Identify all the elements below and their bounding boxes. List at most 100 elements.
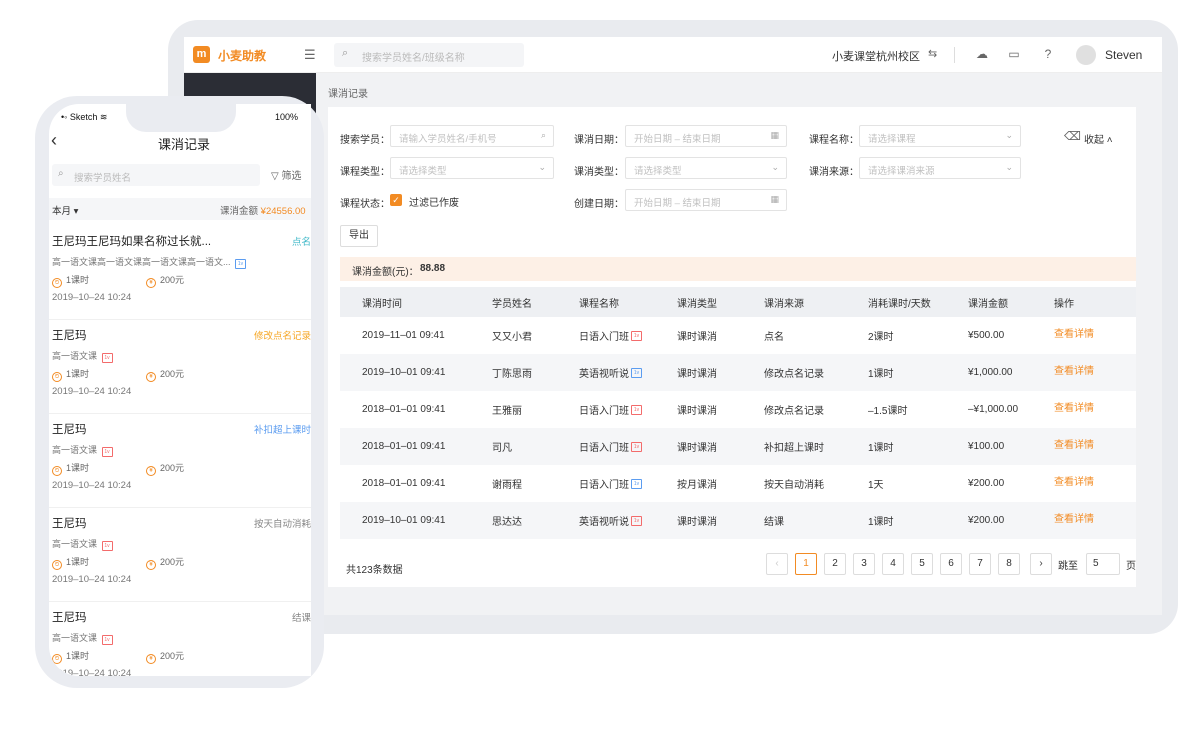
collapse-filter-button[interactable]: 收起 ˄ bbox=[1084, 131, 1113, 146]
month-select[interactable]: 本月 ▾ bbox=[52, 203, 78, 217]
created-date-picker[interactable]: 开始日期 – 结束日期 ▦ bbox=[625, 189, 787, 211]
next-page-button[interactable]: › bbox=[1030, 553, 1052, 575]
time-cell: 2019–10–01 09:41 bbox=[362, 367, 446, 378]
name-cell: 王雅丽 bbox=[492, 406, 522, 417]
jump-page-input[interactable]: 5 bbox=[1086, 553, 1120, 575]
consume-type-select[interactable]: 请选择类型 ⌄ bbox=[625, 157, 787, 179]
usage-cell: –1.5课时 bbox=[868, 406, 908, 417]
time-cell: 2018–01–01 09:41 bbox=[362, 441, 446, 452]
page-button[interactable]: 5 bbox=[911, 553, 933, 575]
view-details-link[interactable]: 查看详情 bbox=[1054, 351, 1094, 388]
student-name: 王尼玛 bbox=[52, 424, 87, 436]
class-tag-icon: 1v bbox=[631, 367, 642, 378]
clear-filter-icon[interactable]: ⌫ bbox=[1064, 129, 1081, 143]
avatar[interactable] bbox=[1076, 45, 1096, 65]
view-details-link[interactable]: 查看详情 bbox=[1054, 388, 1094, 425]
top-search-input[interactable]: ⌕ 搜索学员姓名/班级名称 bbox=[334, 43, 524, 67]
filter-button[interactable]: ▽ 筛选 bbox=[271, 167, 301, 182]
filter-icon: ▽ bbox=[271, 171, 279, 182]
campus-name[interactable]: 小麦课堂杭州校区 bbox=[832, 48, 920, 64]
course-filter-label: 课程名称： bbox=[809, 135, 859, 146]
filter-void-checkbox[interactable]: ✓ bbox=[390, 194, 402, 206]
source-cell: 修改点名记录 bbox=[764, 406, 824, 417]
class-tag-icon: 1v bbox=[631, 478, 642, 489]
switch-campus-icon[interactable]: ⇆ bbox=[928, 47, 937, 60]
page-button[interactable]: 6 bbox=[940, 553, 962, 575]
consume-date: 2019–10–24 10:24 bbox=[52, 480, 132, 491]
amount-text: 200元 bbox=[160, 275, 185, 285]
list-item[interactable]: 王尼玛王尼玛如果名称过长就... 点名 高一语文课高一语文课高一语文课高一语文...… bbox=[49, 226, 311, 320]
export-button[interactable]: 导出 bbox=[340, 225, 378, 247]
page-button[interactable]: 7 bbox=[969, 553, 991, 575]
page-button[interactable]: 4 bbox=[882, 553, 904, 575]
view-details-link[interactable]: 查看详情 bbox=[1054, 425, 1094, 462]
list-item[interactable]: 王尼玛 按天自动消耗 高一语文课 1v ⏲ 1课时 ¥200元 2019–10–24 10:… bbox=[49, 508, 311, 602]
chevron-down-icon: ⌄ bbox=[771, 162, 779, 172]
source-cell: 点名 bbox=[764, 332, 784, 343]
download-icon[interactable]: ☁ bbox=[974, 46, 990, 62]
status-carrier: •◦ Sketch ≋ bbox=[61, 112, 108, 122]
consume-source: 点名 bbox=[291, 237, 311, 248]
hours-text: 1课时 bbox=[66, 557, 90, 567]
created-date-placeholder: 开始日期 – 结束日期 bbox=[634, 198, 721, 209]
course-type-placeholder: 请选择类型 bbox=[399, 166, 447, 177]
amount-cell: ¥200.00 bbox=[968, 515, 1005, 526]
prev-page-button[interactable]: ‹ bbox=[766, 553, 788, 575]
course-select[interactable]: 请选择课程 ⌄ bbox=[859, 125, 1021, 147]
brand-name: 小麦助教 bbox=[218, 49, 267, 63]
class-name-text: 高一语文课 bbox=[52, 539, 98, 549]
usage-cell: 1课时 bbox=[868, 369, 894, 380]
amount-text: 200元 bbox=[160, 369, 185, 379]
page-button[interactable]: 2 bbox=[824, 553, 846, 575]
class-name: 高一语文课 1v bbox=[52, 631, 113, 645]
ctype-cell: 课时课消 bbox=[677, 406, 717, 417]
class-tag-icon: 1v bbox=[631, 330, 642, 341]
usage-cell: 2课时 bbox=[868, 332, 894, 343]
course-cell: 英语视听说 1v bbox=[579, 354, 642, 391]
page-button[interactable]: 1 bbox=[795, 553, 817, 575]
consume-date: 2019–10–24 10:24 bbox=[52, 668, 132, 676]
course-name: 日语入门班 bbox=[579, 443, 629, 454]
table-row: 2018–01–01 09:41 谢雨程 日语入门班 1v 按月课消 按天自动消耗 1天 ¥2… bbox=[340, 465, 1136, 502]
mobile-search-input[interactable]: ⌕ 搜索学员姓名 bbox=[52, 164, 260, 186]
amount-text: 200元 bbox=[160, 651, 185, 661]
view-details-link[interactable]: 查看详情 bbox=[1054, 499, 1094, 536]
ctype-cell: 按月课消 bbox=[677, 480, 717, 491]
amount: ¥200元 bbox=[146, 461, 184, 476]
amount: ¥200元 bbox=[146, 649, 184, 664]
help-icon[interactable]: ? bbox=[1040, 46, 1056, 62]
page-button[interactable]: 3 bbox=[853, 553, 875, 575]
consume-date: 2019–10–24 10:24 bbox=[52, 386, 132, 397]
consume-source-select[interactable]: 请选择课消来源 ⌄ bbox=[859, 157, 1021, 179]
amount-cell: ¥500.00 bbox=[968, 330, 1005, 341]
source-cell: 按天自动消耗 bbox=[764, 480, 824, 491]
message-icon[interactable]: ▭ bbox=[1006, 46, 1022, 62]
created-date-label: 创建日期： bbox=[574, 199, 624, 210]
date-range-picker[interactable]: 开始日期 – 结束日期 ▦ bbox=[625, 125, 787, 147]
ctype-cell: 课时课消 bbox=[677, 369, 717, 380]
course-name: 英语视听说 bbox=[579, 517, 629, 528]
course-type-select[interactable]: 请选择类型 ⌄ bbox=[390, 157, 554, 179]
class-tag-icon: 1v bbox=[631, 515, 642, 526]
menu-toggle-icon[interactable]: ☰ bbox=[304, 47, 316, 63]
table-header: 课消时间 学员姓名 课程名称 课消类型 课消来源 消耗课时/天数 课消金额 操作 bbox=[340, 287, 1136, 317]
back-icon[interactable]: ‹ bbox=[51, 130, 57, 151]
list-item[interactable]: 王尼玛 补扣超上课时 高一语文课 1v ⏲ 1课时 ¥200元 2019–10–24 10:… bbox=[49, 414, 311, 508]
user-name[interactable]: Steven bbox=[1105, 48, 1142, 62]
usage-cell: 1课时 bbox=[868, 443, 894, 454]
coin-icon: ¥ bbox=[146, 560, 156, 570]
status-carrier-label: Sketch bbox=[69, 112, 98, 122]
list-item[interactable]: 王尼玛 修改点名记录 高一语文课 1v ⏲ 1课时 ¥200元 2019–10–24 10:… bbox=[49, 320, 311, 414]
records-table: 课消时间 学员姓名 课程名称 课消类型 课消来源 消耗课时/天数 课消金额 操作 2019–1… bbox=[340, 287, 1136, 539]
class-tag-icon: 1v bbox=[101, 635, 113, 645]
class-name-text: 高一语文课高一语文课高一语文课高一语文... bbox=[52, 257, 231, 267]
clock-icon: ⏲ bbox=[52, 372, 62, 382]
view-details-link[interactable]: 查看详情 bbox=[1054, 462, 1094, 499]
filter-void-label[interactable]: 过滤已作废 bbox=[409, 194, 459, 209]
coin-icon: ¥ bbox=[146, 654, 156, 664]
student-search-input[interactable]: 请输入学员姓名/手机号 ⌕ bbox=[390, 125, 554, 147]
clock-icon: ⏲ bbox=[52, 466, 62, 476]
view-details-link[interactable]: 查看详情 bbox=[1054, 314, 1094, 351]
list-item[interactable]: 王尼玛 结课 高一语文课 1v ⏲ 1课时 ¥200元 2019–10–24 10:24 bbox=[49, 602, 311, 676]
page-button[interactable]: 8 bbox=[998, 553, 1020, 575]
